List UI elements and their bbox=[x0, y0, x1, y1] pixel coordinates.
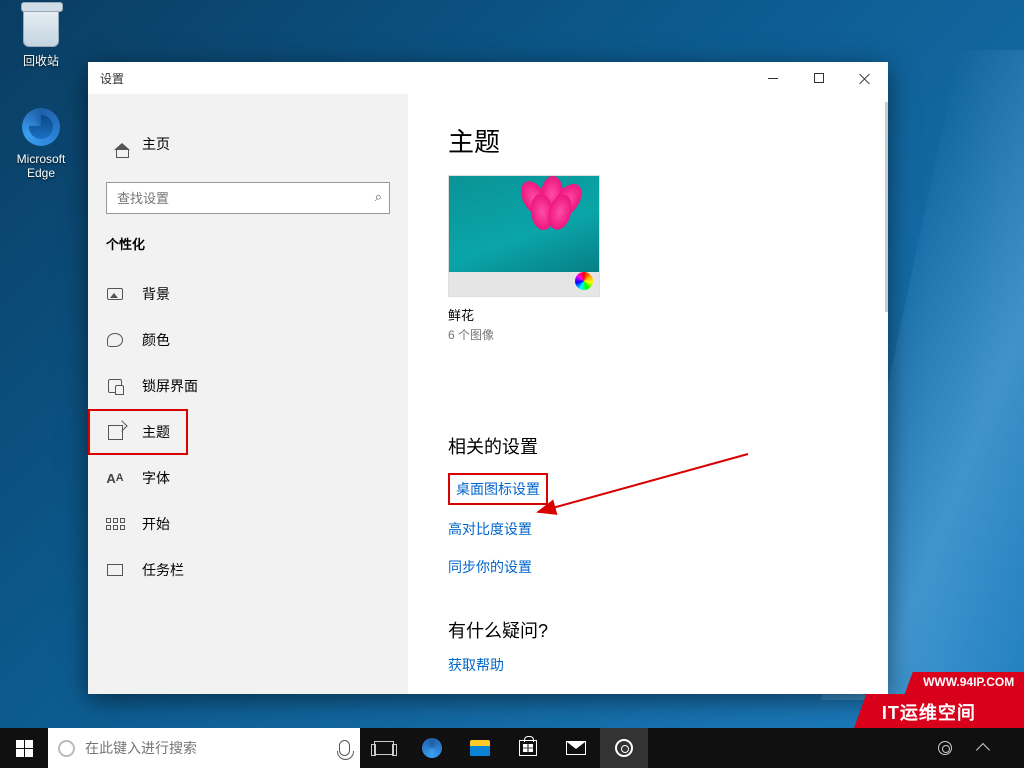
edge-icon bbox=[20, 106, 62, 148]
settings-window: 设置 主页 ⌕ 个性化 背景 颜色 锁屏界面 主题 AA 字体 开始 任务栏 主题 bbox=[88, 62, 888, 694]
taskbar-explorer[interactable] bbox=[456, 728, 504, 768]
taskbar-search-input[interactable] bbox=[85, 740, 329, 756]
task-view-button[interactable] bbox=[360, 728, 408, 768]
mail-icon bbox=[566, 741, 586, 755]
link-get-help[interactable]: 获取帮助 bbox=[448, 655, 848, 675]
taskbar-edge[interactable] bbox=[408, 728, 456, 768]
question-heading: 有什么疑问? bbox=[448, 617, 848, 643]
nav-label: 背景 bbox=[142, 284, 170, 304]
minimize-button[interactable] bbox=[750, 62, 796, 94]
start-button[interactable] bbox=[0, 728, 48, 768]
theme-count: 6 个图像 bbox=[448, 326, 848, 343]
brush-icon bbox=[106, 423, 124, 441]
flower-graphic bbox=[521, 176, 581, 228]
nav-label: 主题 bbox=[142, 422, 170, 442]
close-button[interactable] bbox=[842, 62, 888, 94]
taskbar-search[interactable] bbox=[48, 728, 360, 768]
category-title: 个性化 bbox=[88, 234, 408, 271]
nav-label: 任务栏 bbox=[142, 560, 184, 580]
close-icon bbox=[859, 72, 871, 84]
scrollbar[interactable] bbox=[885, 102, 888, 312]
taskbar-mail[interactable] bbox=[552, 728, 600, 768]
color-wheel-icon bbox=[575, 272, 593, 290]
taskbar-icon bbox=[106, 561, 124, 579]
desktop-icon-recycle-bin[interactable]: 回收站 bbox=[6, 6, 76, 69]
cortana-icon bbox=[58, 740, 75, 757]
maximize-button[interactable] bbox=[796, 62, 842, 94]
taskbar-store[interactable] bbox=[504, 728, 552, 768]
maximize-icon bbox=[814, 73, 824, 83]
nav-fonts[interactable]: AA 字体 bbox=[88, 455, 408, 501]
lock-icon bbox=[106, 377, 124, 395]
window-title: 设置 bbox=[100, 70, 124, 87]
nav-background[interactable]: 背景 bbox=[88, 271, 408, 317]
nav-lockscreen[interactable]: 锁屏界面 bbox=[88, 363, 408, 409]
sidebar: 主页 ⌕ 个性化 背景 颜色 锁屏界面 主题 AA 字体 开始 任务栏 bbox=[88, 94, 408, 694]
home-label: 主页 bbox=[142, 134, 170, 154]
system-tray bbox=[926, 728, 1024, 768]
mic-icon[interactable] bbox=[339, 740, 350, 756]
search-icon: ⌕ bbox=[375, 189, 382, 205]
taskbar bbox=[0, 728, 1024, 768]
nav-themes[interactable]: 主题 bbox=[88, 409, 188, 455]
theme-name: 鲜花 bbox=[448, 305, 848, 324]
watermark-brand: IT运维空间 bbox=[882, 699, 976, 725]
image-icon bbox=[106, 285, 124, 303]
link-sync-settings[interactable]: 同步你的设置 bbox=[448, 557, 848, 577]
theme-thumbnail[interactable] bbox=[448, 175, 600, 297]
gear-icon bbox=[615, 739, 633, 757]
nav-label: 颜色 bbox=[142, 330, 170, 350]
people-icon bbox=[938, 741, 952, 755]
taskbar-settings[interactable] bbox=[600, 728, 648, 768]
nav-start[interactable]: 开始 bbox=[88, 501, 408, 547]
font-icon: AA bbox=[106, 469, 124, 487]
search-input[interactable] bbox=[106, 182, 390, 214]
titlebar[interactable]: 设置 bbox=[88, 62, 888, 94]
desktop-icon-label: Microsoft Edge bbox=[6, 152, 76, 180]
recycle-bin-icon bbox=[20, 6, 62, 48]
desktop-icon-edge[interactable]: Microsoft Edge bbox=[6, 106, 76, 180]
nav-label: 锁屏界面 bbox=[142, 376, 198, 396]
link-high-contrast[interactable]: 高对比度设置 bbox=[448, 519, 848, 539]
nav-taskbar[interactable]: 任务栏 bbox=[88, 547, 408, 593]
edge-icon bbox=[422, 738, 442, 758]
link-desktop-icon-settings[interactable]: 桌面图标设置 bbox=[448, 473, 548, 505]
desktop-icon-label: 回收站 bbox=[6, 52, 76, 69]
store-icon bbox=[519, 740, 537, 756]
related-heading: 相关的设置 bbox=[448, 433, 848, 459]
tray-overflow[interactable] bbox=[964, 728, 1002, 768]
content-pane: 主题 鲜花 6 个图像 相关的设置 桌面图标设置 高对比度设置 同步你的设置 有… bbox=[408, 94, 888, 694]
minimize-icon bbox=[768, 78, 778, 79]
people-button[interactable] bbox=[926, 728, 964, 768]
folder-icon bbox=[470, 740, 490, 756]
nav-label: 字体 bbox=[142, 468, 170, 488]
search-field[interactable]: ⌕ bbox=[106, 182, 390, 214]
tray-more[interactable] bbox=[1002, 728, 1024, 768]
page-heading: 主题 bbox=[448, 122, 848, 159]
task-view-icon bbox=[374, 741, 394, 755]
nav-color[interactable]: 颜色 bbox=[88, 317, 408, 363]
grid-icon bbox=[106, 515, 124, 533]
home-link[interactable]: 主页 bbox=[88, 124, 408, 164]
nav-label: 开始 bbox=[142, 514, 170, 534]
chevron-up-icon bbox=[976, 743, 990, 757]
windows-icon bbox=[16, 740, 33, 757]
palette-icon bbox=[106, 331, 124, 349]
